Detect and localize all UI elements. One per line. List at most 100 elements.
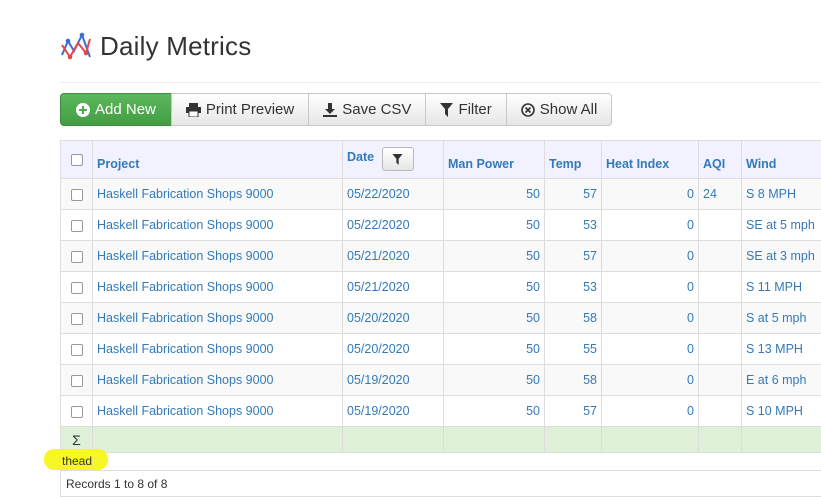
project-link[interactable]: Haskell Fabrication Shops 9000 — [97, 373, 274, 387]
sigma-icon: Σ — [72, 431, 81, 448]
table-row[interactable]: Haskell Fabrication Shops 9000 05/22/202… — [60, 178, 821, 210]
row-checkbox[interactable] — [70, 343, 83, 356]
heat-index-cell: 0 — [601, 271, 699, 303]
metrics-table: Project Date Man Power Temp Heat Index A… — [60, 140, 821, 453]
row-checkbox[interactable] — [70, 281, 83, 294]
wind-cell: S 13 MPH — [741, 333, 821, 365]
close-circle-icon — [520, 102, 535, 117]
print-preview-button[interactable]: Print Preview — [170, 93, 310, 126]
date-cell: 05/19/2020 — [342, 364, 444, 396]
man-power-cell: 50 — [443, 395, 545, 427]
heat-index-cell: 0 — [601, 364, 699, 396]
aqi-cell — [698, 240, 742, 272]
project-link[interactable]: Haskell Fabrication Shops 9000 — [97, 187, 274, 201]
table-row[interactable]: Haskell Fabrication Shops 9000 05/21/202… — [60, 271, 821, 303]
row-checkbox[interactable] — [70, 188, 83, 201]
divider — [60, 82, 821, 83]
metrics-grid: Project Date Man Power Temp Heat Index A… — [60, 140, 821, 453]
row-select-cell — [60, 209, 93, 241]
temp-cell: 53 — [544, 209, 602, 241]
man-power-cell: 50 — [443, 302, 545, 334]
project-cell: Haskell Fabrication Shops 9000 — [92, 178, 343, 210]
select-all-cell — [60, 140, 93, 179]
project-cell: Haskell Fabrication Shops 9000 — [92, 395, 343, 427]
column-header-aqi[interactable]: AQI — [698, 140, 742, 179]
table-row[interactable]: Haskell Fabrication Shops 9000 05/21/202… — [60, 240, 821, 272]
summary-cell — [601, 426, 699, 453]
project-cell: Haskell Fabrication Shops 9000 — [92, 302, 343, 334]
wind-cell: S 11 MPH — [741, 271, 821, 303]
row-select-cell — [60, 395, 93, 427]
aqi-cell — [698, 333, 742, 365]
row-checkbox[interactable] — [70, 219, 83, 232]
project-link[interactable]: Haskell Fabrication Shops 9000 — [97, 218, 274, 232]
column-header-heat-index[interactable]: Heat Index — [601, 140, 699, 179]
column-header-man-power[interactable]: Man Power — [443, 140, 545, 179]
table-row[interactable]: Haskell Fabrication Shops 9000 05/22/202… — [60, 209, 821, 241]
records-count: Records 1 to 8 of 8 — [66, 477, 168, 491]
date-cell: 05/20/2020 — [342, 302, 444, 334]
row-checkbox[interactable] — [70, 374, 83, 387]
date-header-label: Date — [347, 150, 375, 164]
save-csv-label: Save CSV — [342, 101, 412, 118]
heat-index-cell: 0 — [601, 395, 699, 427]
line-chart-icon — [60, 31, 92, 61]
show-all-label: Show All — [539, 101, 598, 118]
project-link[interactable]: Haskell Fabrication Shops 9000 — [97, 404, 274, 418]
date-cell: 05/21/2020 — [342, 271, 444, 303]
summary-row: Σ — [60, 426, 821, 453]
table-row[interactable]: Haskell Fabrication Shops 9000 05/19/202… — [60, 395, 821, 427]
project-link[interactable]: Haskell Fabrication Shops 9000 — [97, 249, 274, 263]
filter-button[interactable]: Filter — [425, 93, 507, 126]
row-select-cell — [60, 333, 93, 365]
table-row[interactable]: Haskell Fabrication Shops 9000 05/20/202… — [60, 302, 821, 334]
print-icon — [185, 102, 201, 117]
man-power-cell: 50 — [443, 333, 545, 365]
filter-label: Filter — [458, 101, 492, 118]
temp-cell: 57 — [544, 178, 602, 210]
row-select-cell — [60, 271, 93, 303]
save-csv-button[interactable]: Save CSV — [308, 93, 427, 126]
heat-index-cell: 0 — [601, 240, 699, 272]
heat-index-cell: 0 — [601, 302, 699, 334]
wind-cell: E at 6 mph — [741, 364, 821, 396]
row-checkbox[interactable] — [70, 250, 83, 263]
row-checkbox[interactable] — [70, 312, 83, 325]
project-link[interactable]: Haskell Fabrication Shops 9000 — [97, 311, 274, 325]
summary-cell — [342, 426, 444, 453]
project-cell: Haskell Fabrication Shops 9000 — [92, 240, 343, 272]
summary-cell — [698, 426, 742, 453]
project-cell: Haskell Fabrication Shops 9000 — [92, 364, 343, 396]
add-new-button[interactable]: Add New — [60, 93, 172, 126]
project-cell: Haskell Fabrication Shops 9000 — [92, 209, 343, 241]
filter-icon — [392, 153, 403, 165]
man-power-cell: 50 — [443, 209, 545, 241]
show-all-button[interactable]: Show All — [505, 93, 613, 126]
temp-cell: 55 — [544, 333, 602, 365]
column-header-date[interactable]: Date — [342, 140, 444, 179]
project-cell: Haskell Fabrication Shops 9000 — [92, 333, 343, 365]
row-select-cell — [60, 302, 93, 334]
date-cell: 05/22/2020 — [342, 209, 444, 241]
add-new-label: Add New — [95, 101, 156, 118]
table-row[interactable]: Haskell Fabrication Shops 9000 05/19/202… — [60, 364, 821, 396]
heat-index-cell: 0 — [601, 178, 699, 210]
aqi-cell — [698, 395, 742, 427]
summary-cell — [443, 426, 545, 453]
man-power-cell: 50 — [443, 364, 545, 396]
row-checkbox[interactable] — [70, 405, 83, 418]
table-row[interactable]: Haskell Fabrication Shops 9000 05/20/202… — [60, 333, 821, 365]
aqi-cell — [698, 209, 742, 241]
select-all-checkbox[interactable] — [70, 154, 83, 167]
column-header-project[interactable]: Project — [92, 140, 343, 179]
project-link[interactable]: Haskell Fabrication Shops 9000 — [97, 280, 274, 294]
temp-cell: 53 — [544, 271, 602, 303]
project-link[interactable]: Haskell Fabrication Shops 9000 — [97, 342, 274, 356]
date-filter-button[interactable] — [381, 147, 414, 171]
plus-circle-icon — [76, 102, 90, 117]
column-header-wind[interactable]: Wind — [741, 140, 821, 179]
page-title: Daily Metrics — [100, 30, 252, 61]
man-power-cell: 50 — [443, 271, 545, 303]
summary-cell — [92, 426, 343, 453]
column-header-temp[interactable]: Temp — [544, 140, 602, 179]
